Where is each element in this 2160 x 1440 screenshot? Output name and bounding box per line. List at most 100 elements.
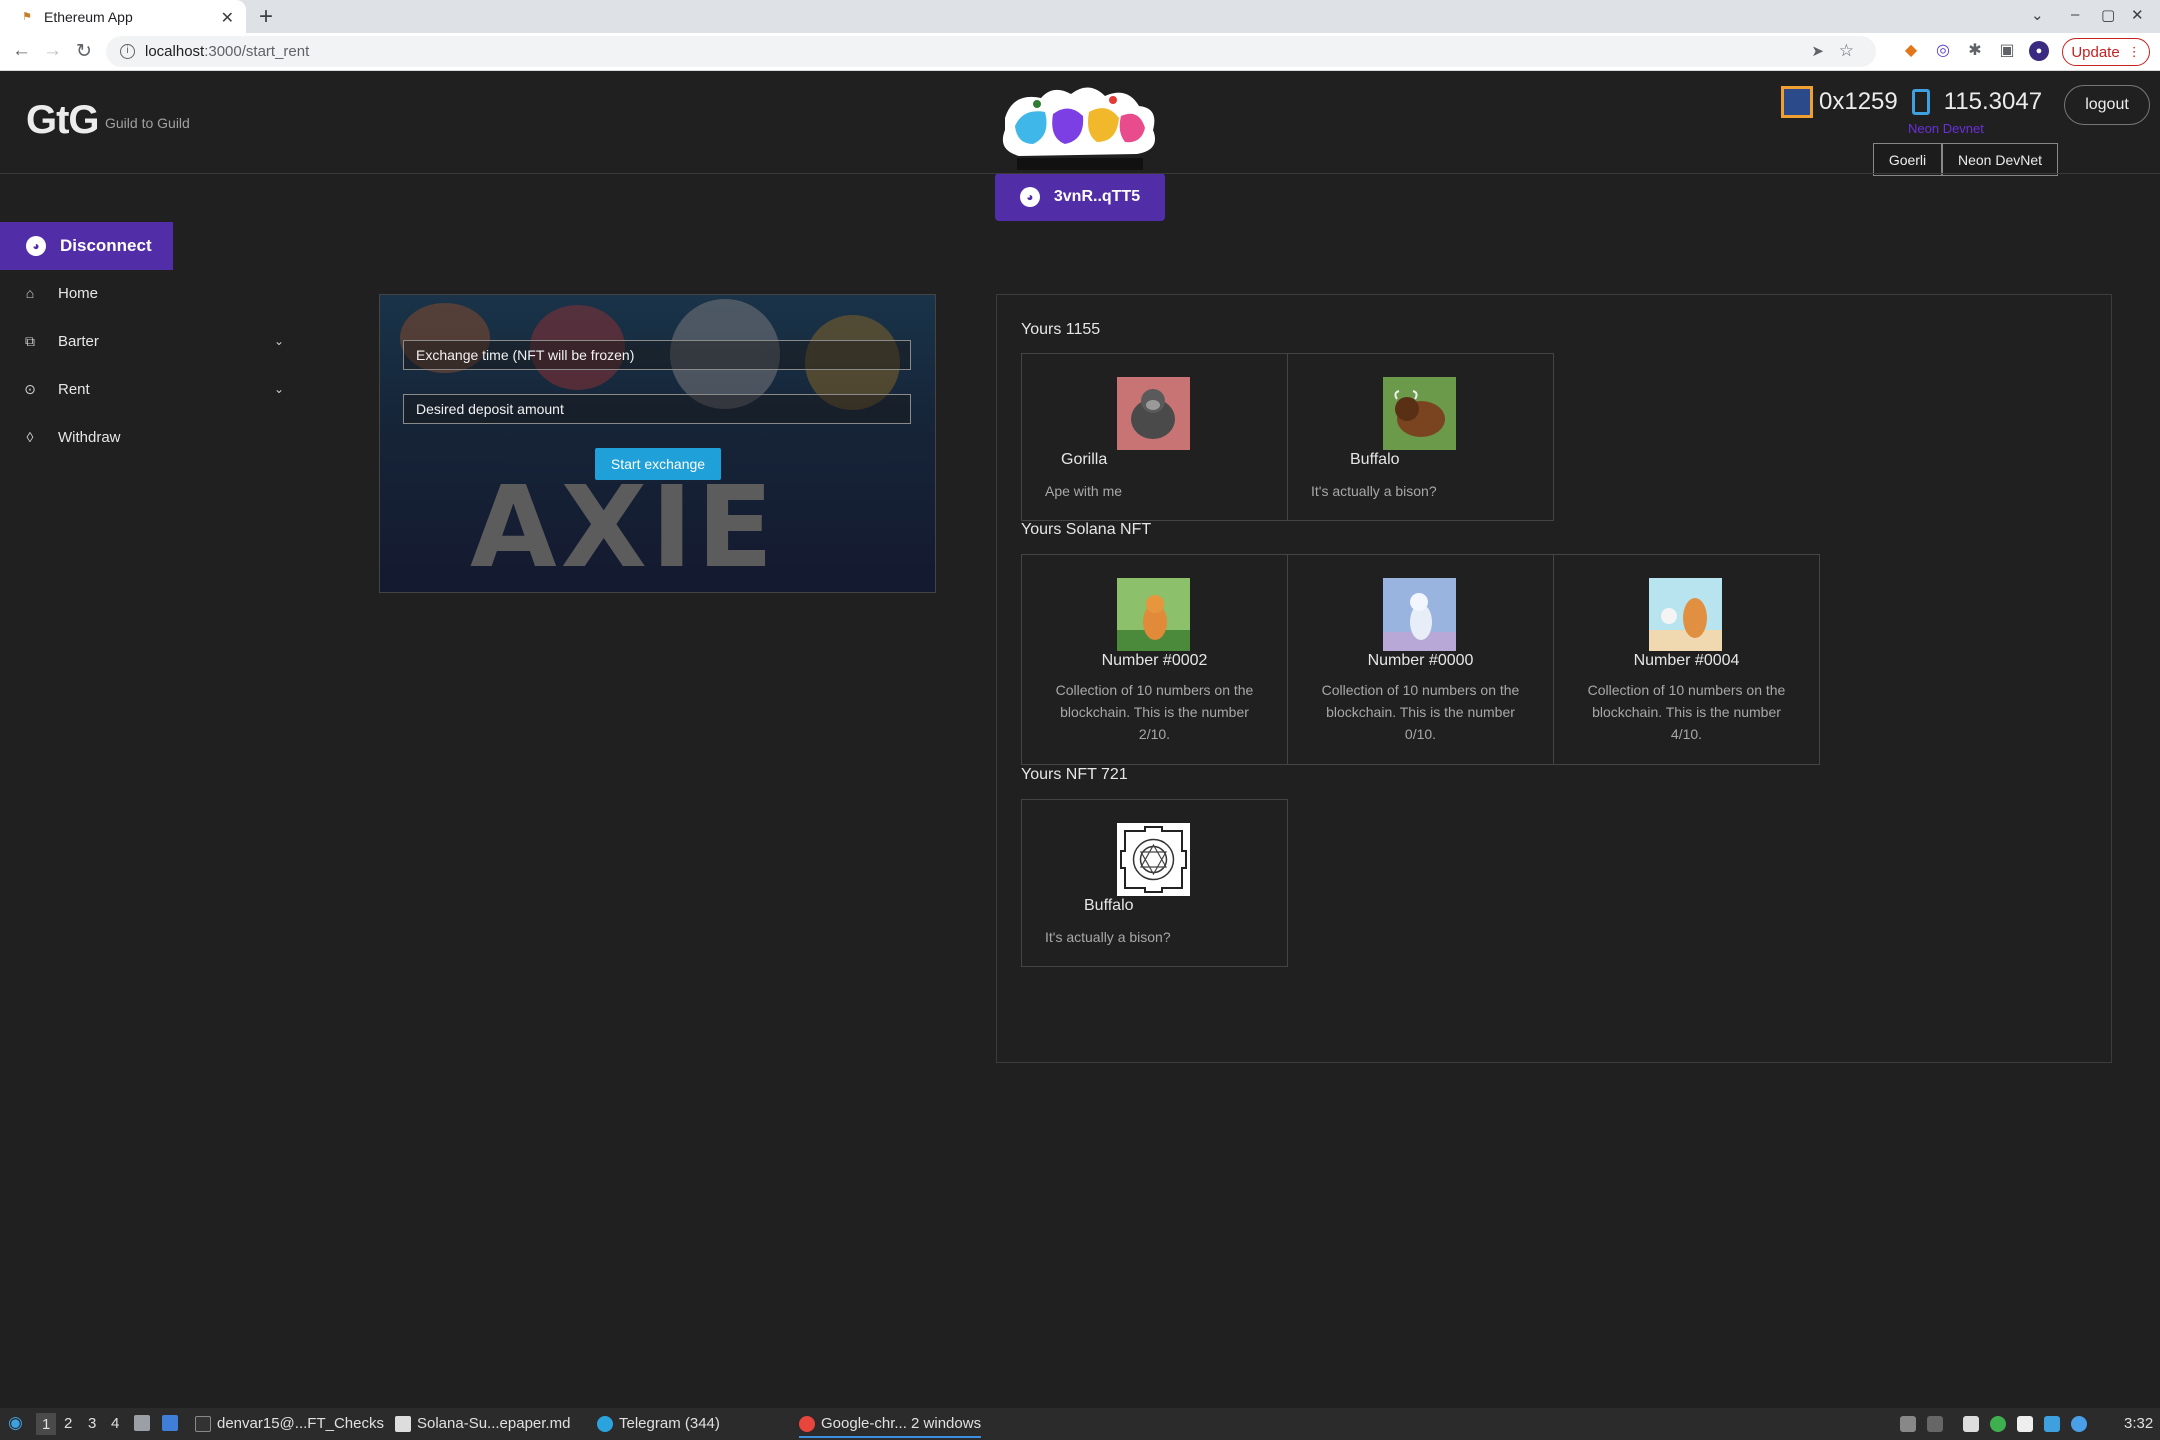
metamask-icon[interactable]: ◆ — [1901, 41, 1921, 61]
tab-favicon-icon: ⚑ — [22, 10, 32, 23]
tab-search-icon[interactable]: ⌄ — [2031, 6, 2044, 24]
nft-description: Collection of 10 numbers on the blockcha… — [1321, 682, 1520, 742]
sidebar-item-label: Withdraw — [58, 428, 121, 446]
network-neon-devnet-button[interactable]: Neon DevNet — [1942, 143, 2058, 176]
extension-circle-icon[interactable]: ◎ — [1933, 41, 1953, 61]
site-info-icon[interactable]: i — [120, 44, 135, 59]
nft-card-number-0002[interactable]: Number #0002 Collection of 10 numbers on… — [1021, 554, 1288, 765]
close-window-icon[interactable]: ✕ — [2131, 6, 2144, 24]
nft-description: It's actually a bison? — [1045, 929, 1171, 945]
start-exchange-button[interactable]: Start exchange — [595, 448, 721, 480]
workspace-2[interactable]: 2 — [64, 1415, 72, 1432]
address-bar[interactable]: i localhost:3000/start_rent ➤ ☆ — [106, 36, 1876, 67]
network-tray-icon[interactable] — [2071, 1416, 2087, 1432]
network-goerli-button[interactable]: Goerli — [1873, 143, 1942, 176]
nft-name: Buffalo — [1084, 897, 1134, 914]
taskbar-app-editor[interactable]: Solana-Su...epaper.md — [395, 1415, 570, 1432]
yantra-nft-image — [1117, 823, 1190, 896]
nft-card-number-0000[interactable]: Number #0000 Collection of 10 numbers on… — [1287, 554, 1554, 765]
nft-card-number-0004[interactable]: Number #0004 Collection of 10 numbers on… — [1553, 554, 1820, 765]
rent-icon: ⊙ — [24, 380, 36, 397]
account-info: 0x1259 115.3047 — [1781, 86, 2042, 118]
menu-dots-icon: ⋮ — [2127, 44, 2141, 59]
chevron-down-icon: ⌄ — [273, 334, 284, 348]
header-divider — [0, 173, 2160, 174]
balance-wallet-icon — [1911, 89, 1930, 115]
logout-button[interactable]: logout — [2064, 85, 2150, 125]
wifi-icon[interactable] — [2017, 1416, 2033, 1432]
solana-section-title: Yours Solana NFT — [1021, 521, 1152, 538]
workspace-4[interactable]: 4 — [111, 1415, 119, 1432]
bluetooth-icon[interactable] — [2044, 1416, 2060, 1432]
url-path: :3000/start_rent — [204, 43, 310, 60]
erc721-section-title: Yours NFT 721 — [1021, 766, 1128, 783]
app-logo[interactable]: GtG — [26, 98, 100, 143]
tab-close-icon[interactable]: ✕ — [221, 8, 234, 28]
url-host: localhost — [145, 43, 205, 60]
nft-name: Gorilla — [1061, 451, 1108, 468]
withdraw-icon: ◊ — [26, 429, 34, 445]
nft-name: Number #0002 — [1101, 652, 1208, 669]
send-icon[interactable]: ➤ — [1811, 42, 1824, 60]
exchange-form-panel: AXIE Exchange time (NFT will be frozen) … — [379, 294, 936, 593]
taskbar-app-label: Solana-Su...epaper.md — [417, 1415, 571, 1432]
browser-toolbar: ← → ↻ i localhost:3000/start_rent ➤ ☆ ◆ … — [0, 33, 2160, 71]
solana-card-list: Number #0002 Collection of 10 numbers on… — [1021, 554, 1820, 765]
os-menu-icon[interactable]: ◉ — [8, 1413, 23, 1433]
nft-name: Buffalo — [1350, 451, 1400, 468]
clipboard-icon[interactable] — [1900, 1416, 1916, 1432]
telegram-icon — [597, 1415, 613, 1432]
taskbar-app-terminal[interactable]: denvar15@...FT_Checks — [195, 1415, 384, 1432]
taskbar-app-telegram[interactable]: Telegram (344) — [597, 1415, 720, 1432]
update-button[interactable]: Update ⋮ — [2062, 38, 2150, 66]
disconnect-button[interactable]: ◕ Disconnect — [0, 222, 173, 270]
chrome-icon — [799, 1415, 815, 1432]
buffalo-nft-image — [1383, 377, 1456, 450]
nft-description: Collection of 10 numbers on the blockcha… — [1055, 682, 1254, 742]
account-id: 0x1259 — [1819, 88, 1898, 115]
minimize-icon[interactable]: – — [2071, 6, 2079, 23]
disconnect-label: Disconnect — [60, 236, 152, 255]
sidebar-item-barter[interactable]: ⧉ Barter ⌄ — [22, 326, 284, 356]
gorilla-nft-image — [1117, 377, 1190, 450]
new-tab-icon[interactable]: + — [259, 3, 273, 31]
editor-icon — [395, 1415, 411, 1432]
terminal-icon — [195, 1415, 211, 1432]
volume-icon[interactable] — [1927, 1416, 1943, 1432]
erc721-card-list: Buffalo It's actually a bison? — [1021, 799, 1288, 967]
forward-icon[interactable]: → — [43, 40, 62, 62]
sidebar-item-home[interactable]: ⌂ Home — [22, 278, 284, 308]
files-tray-icon[interactable] — [1963, 1416, 1979, 1432]
workspace-1[interactable]: 1 — [36, 1413, 57, 1435]
update-tray-icon[interactable] — [1990, 1416, 2006, 1432]
extensions-puzzle-icon[interactable]: ✱ — [1965, 41, 1985, 61]
nft-card-buffalo[interactable]: Buffalo It's actually a bison? — [1287, 353, 1554, 521]
browser-tab[interactable]: ⚑ Ethereum App ✕ — [0, 0, 246, 33]
profile-avatar-icon[interactable]: ● — [2029, 41, 2049, 61]
barter-icon: ⧉ — [25, 332, 35, 349]
os-taskbar: ◉ 1 2 3 4 denvar15@...FT_Checks Solana-S… — [0, 1408, 2160, 1440]
browser-tab-bar: ⚑ Ethereum App ✕ + ⌄ – ▢ ✕ — [0, 0, 2160, 33]
workspace-3[interactable]: 3 — [88, 1415, 96, 1432]
sidebar-item-rent[interactable]: ⊙ Rent ⌄ — [22, 374, 284, 404]
account-avatar-icon — [1781, 86, 1813, 118]
sidebar-item-withdraw[interactable]: ◊ Withdraw — [22, 422, 284, 452]
back-icon[interactable]: ← — [12, 40, 31, 62]
home-icon: ⌂ — [25, 285, 35, 301]
desktop-icon[interactable] — [162, 1415, 184, 1431]
exchange-time-input[interactable]: Exchange time (NFT will be frozen) — [403, 340, 911, 370]
file-manager-icon[interactable] — [134, 1415, 156, 1431]
nft-card-gorilla[interactable]: Gorilla Ape with me — [1021, 353, 1288, 521]
nft-description: Ape with me — [1045, 483, 1123, 499]
reload-icon[interactable]: ↻ — [76, 40, 92, 63]
bookmark-star-icon[interactable]: ☆ — [1839, 41, 1854, 61]
update-label: Update — [2071, 43, 2120, 61]
maximize-icon[interactable]: ▢ — [2101, 6, 2115, 24]
app-logo-subtitle: Guild to Guild — [105, 115, 190, 131]
nft-card-buffalo-721[interactable]: Buffalo It's actually a bison? — [1021, 799, 1288, 967]
wallet-address-button[interactable]: ◕ 3vnR..qTT5 — [995, 173, 1165, 221]
number-0000-nft-image — [1383, 578, 1456, 651]
side-panel-icon[interactable]: ▣ — [1997, 41, 2017, 61]
taskbar-app-chrome[interactable]: Google-chr... 2 windows — [799, 1415, 982, 1438]
deposit-amount-input[interactable]: Desired deposit amount — [403, 394, 911, 424]
